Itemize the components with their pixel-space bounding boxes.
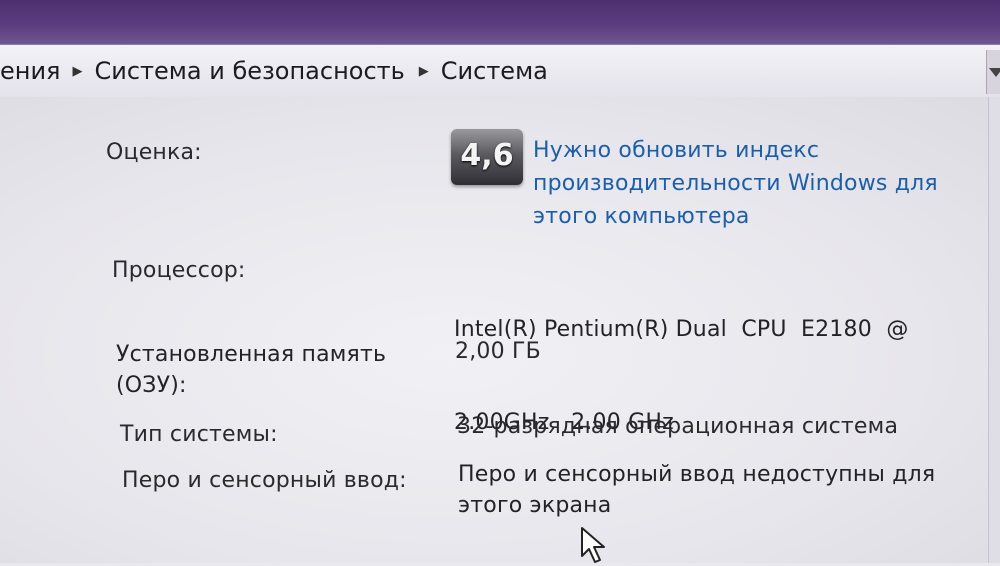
update-index-link[interactable]: Нужно обновить индекс производительности… — [533, 134, 938, 233]
rating-label: Оценка: — [106, 140, 202, 165]
breadcrumb-item-system-security[interactable]: Система и безопасность — [95, 57, 405, 85]
chevron-down-icon[interactable] — [986, 50, 1000, 94]
breadcrumb-item-system[interactable]: Система — [441, 57, 548, 85]
triangle-right-icon[interactable]: ▶ — [419, 64, 429, 79]
memory-label-line: Установленная память — [116, 342, 387, 367]
system-type-label: Тип системы: — [120, 422, 278, 447]
memory-value: 2,00 ГБ — [455, 339, 541, 364]
memory-label: Установленная память (ОЗУ): — [116, 339, 386, 401]
update-index-link-line: производительности Windows для — [533, 171, 938, 196]
breadcrumb-item-parent[interactable]: ения — [0, 57, 61, 85]
pen-touch-value-line: Перо и сенсорный ввод недоступны для — [458, 462, 936, 487]
pen-touch-value-line: этого экрана — [458, 493, 612, 518]
memory-label-line: (ОЗУ): — [116, 373, 187, 398]
address-bar[interactable]: ения ▶ Система и безопасность ▶ Система — [0, 44, 1000, 98]
update-index-link-line: Нужно обновить индекс — [533, 138, 820, 163]
pen-touch-label: Перо и сенсорный ввод: — [122, 468, 407, 493]
mouse-pointer-icon — [581, 527, 605, 563]
update-index-link-line: этого компьютера — [533, 204, 750, 229]
breadcrumb: ения ▶ Система и безопасность ▶ Система — [0, 56, 548, 85]
performance-score-badge[interactable]: 4,6 — [451, 129, 523, 185]
performance-score: 4,6 — [460, 138, 514, 173]
processor-label: Процессор: — [112, 258, 246, 283]
scrollbar[interactable] — [988, 97, 1000, 563]
triangle-right-icon[interactable]: ▶ — [73, 64, 83, 79]
pen-touch-value: Перо и сенсорный ввод недоступны для это… — [458, 459, 935, 521]
window-title-strip — [0, 0, 1000, 44]
system-type-value: 32-разрядная операционная система — [457, 414, 899, 439]
